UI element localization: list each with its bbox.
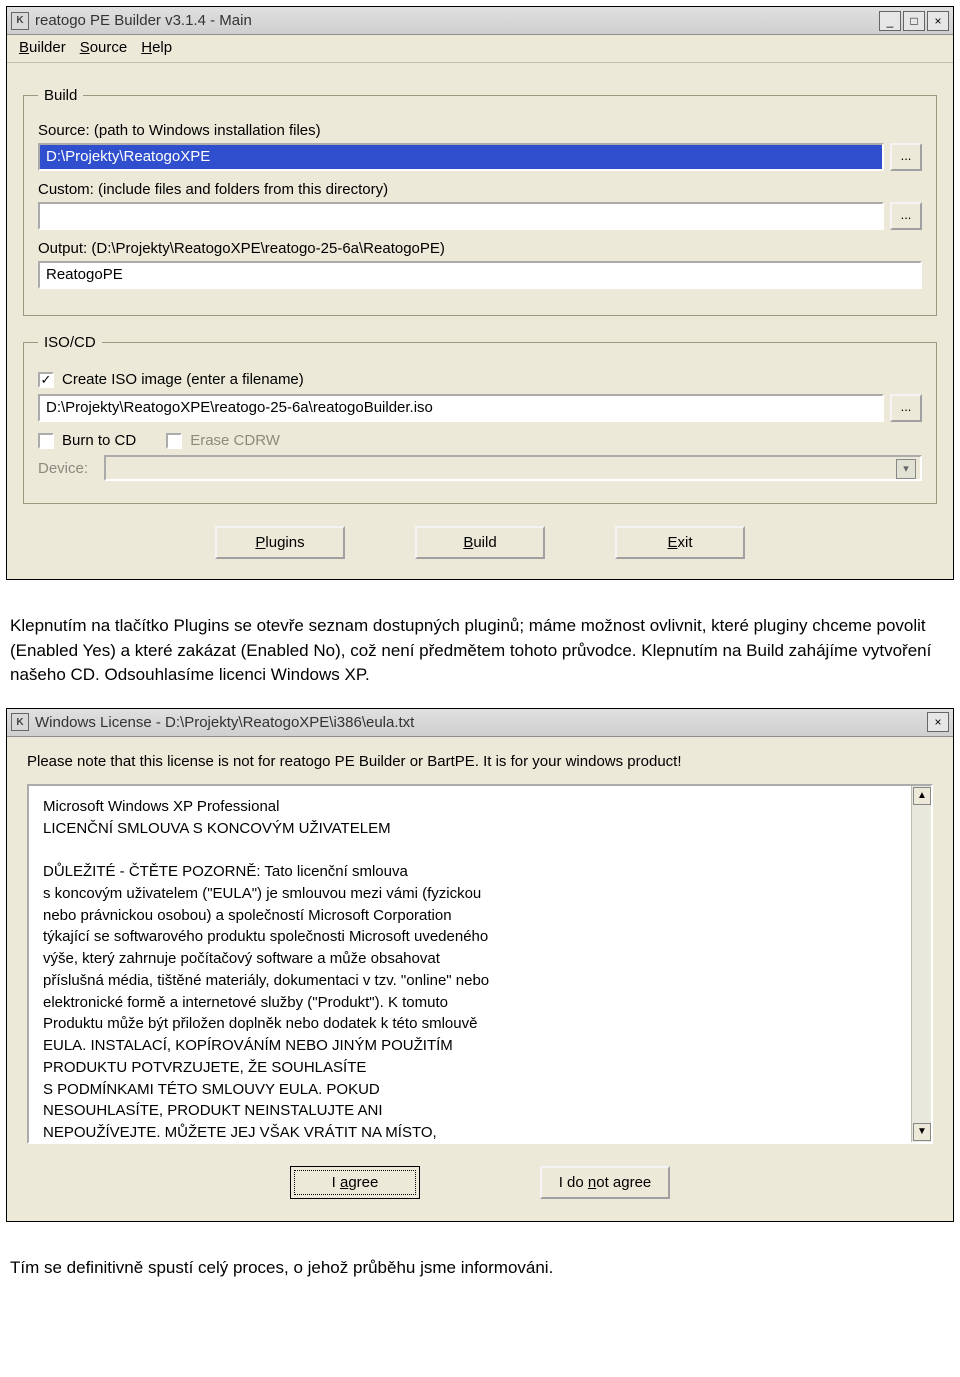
custom-path-input[interactable] [38,202,884,230]
plugins-button[interactable]: Plugins [215,526,345,559]
window-title: reatogo PE Builder v3.1.4 - Main [35,12,879,29]
maximize-button[interactable]: □ [903,11,925,31]
app-icon: K [11,713,29,731]
license-note: Please note that this license is not for… [27,753,933,770]
source-label: Source: (path to Windows installation fi… [38,122,922,139]
build-button[interactable]: Build [415,526,545,559]
menubar: Builder Source Help [7,35,953,63]
device-label: Device: [38,460,96,477]
exit-button[interactable]: Exit [615,526,745,559]
output-label: Output: (D:\Projekty\ReatogoXPE\reatogo-… [38,240,922,257]
agree-button[interactable]: I agree [290,1166,420,1199]
output-name-input[interactable]: ReatogoPE [38,261,922,289]
create-iso-label: Create ISO image (enter a filename) [62,371,304,388]
iso-legend: ISO/CD [38,334,102,351]
license-text: Microsoft Windows XP Professional LICENČ… [29,786,911,1142]
license-window-title: Windows License - D:\Projekty\ReatogoXPE… [35,714,927,731]
iso-groupbox: ISO/CD Create ISO image (enter a filenam… [23,334,937,504]
app-icon: K [11,12,29,30]
iso-browse-button[interactable]: ... [890,394,922,422]
build-legend: Build [38,87,83,104]
pe-builder-window: K reatogo PE Builder v3.1.4 - Main _ □ ×… [6,6,954,580]
instruction-paragraph-2: Tím se definitivně spustí celý proces, o… [10,1256,950,1281]
scrollbar[interactable]: ▲ ▼ [911,786,931,1142]
titlebar[interactable]: K reatogo PE Builder v3.1.4 - Main _ □ × [7,7,953,35]
erase-cdrw-checkbox[interactable] [166,433,182,449]
menu-source[interactable]: Source [80,39,128,56]
burn-cd-checkbox[interactable] [38,433,54,449]
create-iso-checkbox[interactable] [38,372,54,388]
menu-help[interactable]: Help [141,39,172,56]
custom-browse-button[interactable]: ... [890,202,922,230]
burn-cd-label: Burn to CD [62,432,136,449]
close-button[interactable]: × [927,11,949,31]
custom-label: Custom: (include files and folders from … [38,181,922,198]
license-titlebar[interactable]: K Windows License - D:\Projekty\ReatogoX… [7,709,953,737]
minimize-button[interactable]: _ [879,11,901,31]
iso-path-input[interactable]: D:\Projekty\ReatogoXPE\reatogo-25-6a\rea… [38,394,884,422]
instruction-paragraph-1: Klepnutím na tlačítko Plugins se otevře … [10,614,950,688]
build-groupbox: Build Source: (path to Windows installat… [23,87,937,316]
source-path-input[interactable]: D:\Projekty\ReatogoXPE [38,143,884,171]
erase-cdrw-label: Erase CDRW [190,432,280,449]
source-browse-button[interactable]: ... [890,143,922,171]
menu-builder[interactable]: Builder [19,39,66,56]
close-button[interactable]: × [927,712,949,732]
device-combo[interactable] [104,455,922,481]
not-agree-button[interactable]: I do not agree [540,1166,670,1199]
license-window: K Windows License - D:\Projekty\ReatogoX… [6,708,954,1222]
license-text-area: Microsoft Windows XP Professional LICENČ… [27,784,933,1144]
scroll-up-icon[interactable]: ▲ [913,787,931,805]
scroll-down-icon[interactable]: ▼ [913,1123,931,1141]
